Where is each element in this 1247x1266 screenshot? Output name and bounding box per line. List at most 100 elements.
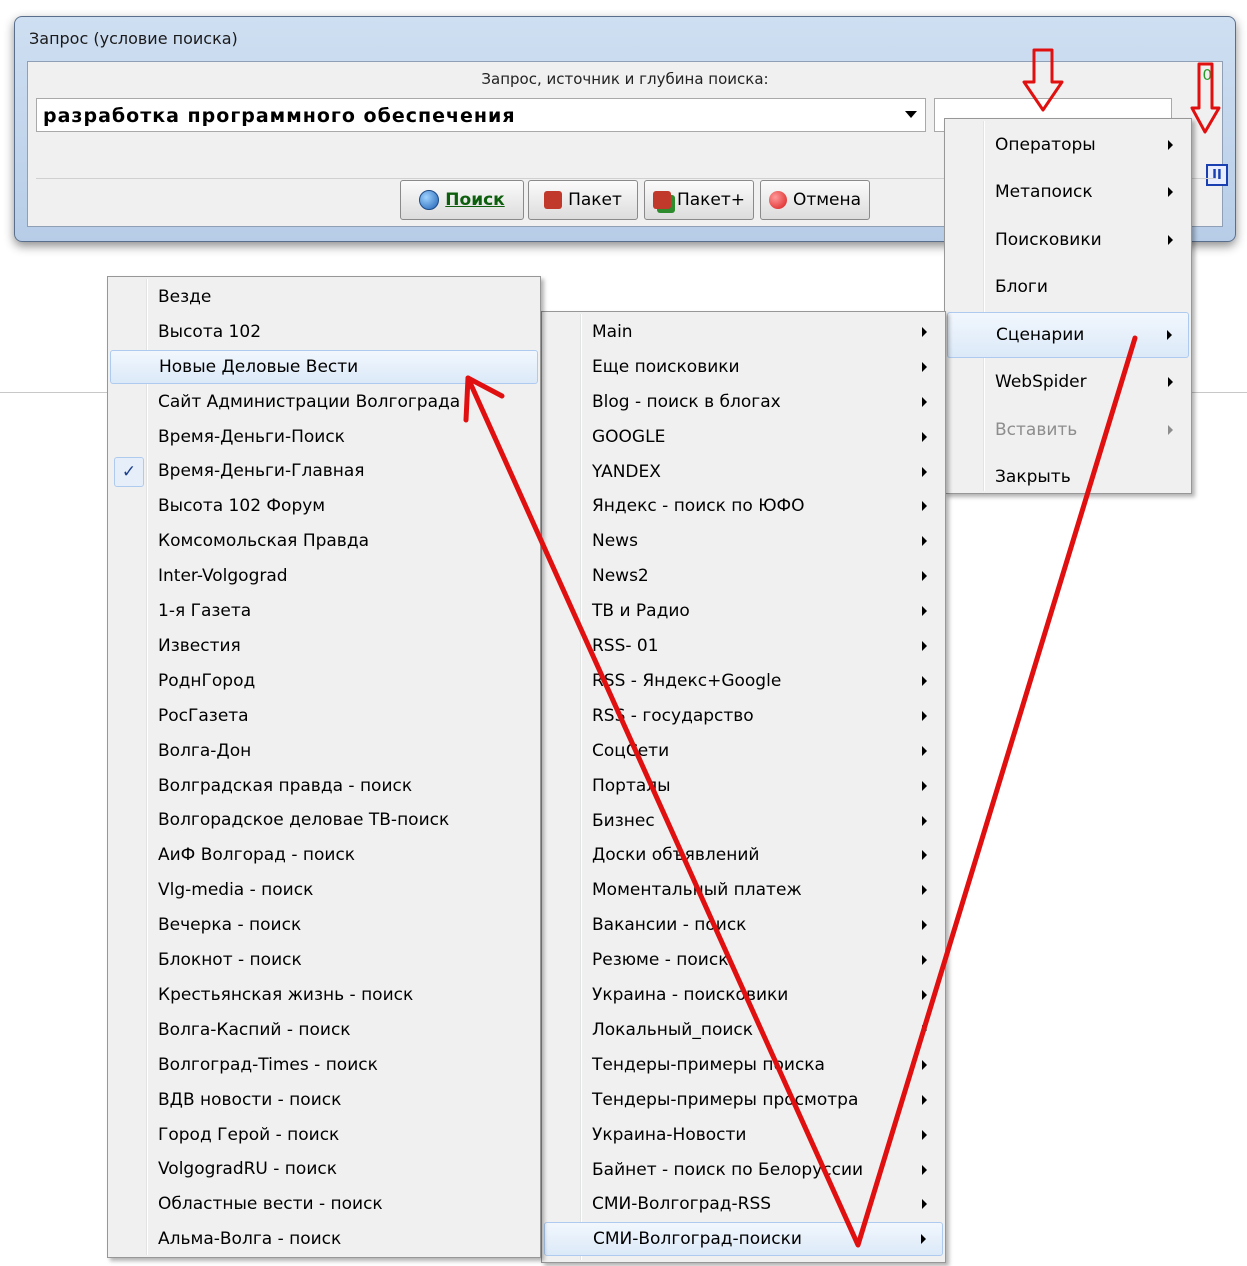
scenario-menu-item[interactable]: News2	[544, 559, 943, 593]
media-menu-item[interactable]: Волградская правда - поиск	[110, 769, 538, 803]
menu-item-label: Город Герой - поиск	[158, 1124, 340, 1145]
media-menu-item[interactable]: ✓ Время-Деньги-Главная	[110, 455, 538, 489]
scenario-menu-item[interactable]: Яндекс - поиск по ЮФО	[544, 490, 943, 524]
menu-item-label: Волга-Каспий - поиск	[158, 1019, 351, 1040]
chevron-right-icon	[922, 431, 927, 442]
media-menu-item[interactable]: Областные вести - поиск	[110, 1187, 538, 1221]
media-menu-item[interactable]: РоднГород	[110, 664, 538, 698]
scenario-menu-item[interactable]: Main	[544, 315, 943, 349]
cancel-button[interactable]: Отмена	[760, 180, 870, 220]
menu-item-label: Метапоиск	[995, 182, 1093, 203]
scenario-menu-item[interactable]: СМИ-Волгоград-поиски	[544, 1222, 943, 1257]
scenario-menu-item[interactable]: News	[544, 524, 943, 558]
scenario-menu-item[interactable]: RSS - государство	[544, 699, 943, 733]
menu-item-label: RSS - государство	[592, 705, 754, 726]
media-menu-item[interactable]: Альма-Волга - поиск	[110, 1222, 538, 1256]
scenario-menu-item[interactable]: Тендеры-примеры поиска	[544, 1048, 943, 1082]
chevron-down-icon[interactable]	[905, 111, 917, 118]
search-button[interactable]: Поиск	[400, 180, 524, 220]
scenario-menu-item[interactable]: Blog - поиск в блогах	[544, 385, 943, 419]
batch-button[interactable]: Пакет	[528, 180, 638, 220]
scenario-menu-item[interactable]: GOOGLE	[544, 420, 943, 454]
menu-item-label: СМИ-Волгоград-RSS	[592, 1194, 772, 1215]
scenario-menu-item[interactable]: СоцСети	[544, 734, 943, 768]
scenario-menu-item[interactable]: СМИ-Волгоград-RSS	[544, 1188, 943, 1222]
scenario-menu-item[interactable]: Вакансии - поиск	[544, 908, 943, 942]
context-menu-item[interactable]: Вставить	[947, 407, 1189, 453]
menu-item-label: Высота 102 Форум	[158, 496, 326, 517]
media-menu-item[interactable]: Крестьянская жизнь - поиск	[110, 978, 538, 1012]
scenario-menu-item[interactable]: YANDEX	[544, 455, 943, 489]
scenario-menu-item[interactable]: Украина-Новости	[544, 1118, 943, 1152]
menu-item-label: RSS- 01	[592, 636, 659, 657]
context-menu-item[interactable]: Сценарии	[947, 312, 1189, 358]
context-menu-item[interactable]: WebSpider	[947, 360, 1189, 406]
scenario-menu-item[interactable]: Еще поисковики	[544, 350, 943, 384]
chevron-right-icon	[922, 710, 927, 721]
media-menu-item[interactable]: Сайт Администрации Волгограда	[110, 385, 538, 419]
scenario-menu-item[interactable]: Моментальный платеж	[544, 873, 943, 907]
menu-item-label: Блокнот - поиск	[158, 950, 302, 971]
context-menu-item[interactable]: Метапоиск	[947, 170, 1189, 216]
media-menu-item[interactable]: Волга-Дон	[110, 734, 538, 768]
menu-item-label: СоцСети	[592, 740, 670, 761]
media-menu-item[interactable]: АиФ Волгорад - поиск	[110, 838, 538, 872]
scenario-menu-item[interactable]: Тендеры-примеры просмотра	[544, 1083, 943, 1117]
media-menu-item[interactable]: Везде	[110, 280, 538, 314]
media-menu-item[interactable]: VolgogradRU - поиск	[110, 1153, 538, 1187]
scenario-menu-item[interactable]: Резюме - поиск	[544, 943, 943, 977]
media-menu-item[interactable]: Vlg-media - поиск	[110, 873, 538, 907]
batch-plus-button[interactable]: Пакет+	[644, 180, 754, 220]
media-menu-item[interactable]: Вечерка - поиск	[110, 908, 538, 942]
media-menu-item[interactable]: 1-я Газета	[110, 594, 538, 628]
scenario-menu-item[interactable]: RSS - Яндекс+Google	[544, 664, 943, 698]
menu-item-label: Альма-Волга - поиск	[158, 1229, 342, 1250]
chevron-right-icon	[922, 606, 927, 617]
pause-button[interactable]: II	[1206, 164, 1228, 186]
scenario-menu-item[interactable]: Байнет - поиск по Белоруссии	[544, 1153, 943, 1187]
media-menu-item[interactable]: Волгорадское деловае ТВ-поиск	[110, 804, 538, 838]
checkmark-icon: ✓	[114, 456, 144, 487]
query-combobox[interactable]: разработка программного обеспечения	[36, 98, 926, 132]
menu-item-label: Украина - поисковики	[592, 985, 789, 1006]
query-value[interactable]: разработка программного обеспечения	[43, 105, 516, 127]
menu-item-label: News2	[592, 566, 649, 587]
media-menu-item[interactable]: Время-Деньги-Поиск	[110, 420, 538, 454]
context-menu-item[interactable]: Блоги	[947, 265, 1189, 311]
media-menu-item[interactable]: ВДВ новости - поиск	[110, 1083, 538, 1117]
menu-item-label: Волгорадское деловае ТВ-поиск	[158, 810, 450, 831]
scenario-menu-item[interactable]: Доски объявлений	[544, 839, 943, 873]
media-menu-item[interactable]: Город Герой - поиск	[110, 1118, 538, 1152]
media-menu-item[interactable]: РосГазета	[110, 699, 538, 733]
menu-item-label: YANDEX	[592, 461, 661, 482]
media-menu-item[interactable]: Волга-Каспий - поиск	[110, 1013, 538, 1047]
chevron-right-icon	[922, 675, 927, 686]
chevron-right-icon	[922, 1059, 927, 1070]
scenario-menu-item[interactable]: Локальный_поиск	[544, 1013, 943, 1047]
scenario-menu-item[interactable]: Бизнес	[544, 804, 943, 838]
media-menu-item[interactable]: Высота 102	[110, 315, 538, 349]
menu-item-label: Blog - поиск в блогах	[592, 391, 781, 412]
media-menu-item[interactable]: Блокнот - поиск	[110, 943, 538, 977]
media-menu-item[interactable]: Известия	[110, 629, 538, 663]
menu-item-label: Main	[592, 321, 633, 342]
media-menu-item[interactable]: Комсомольская Правда	[110, 524, 538, 558]
chevron-right-icon	[922, 1199, 927, 1210]
scenario-menu-item[interactable]: RSS- 01	[544, 629, 943, 663]
menu-item-label: Время-Деньги-Поиск	[158, 426, 345, 447]
media-menu-item[interactable]: Inter-Volgograd	[110, 559, 538, 593]
chevron-right-icon	[922, 1129, 927, 1140]
context-menu-item[interactable]: Поисковики	[947, 217, 1189, 263]
context-menu-item[interactable]: Закрыть	[947, 455, 1189, 501]
search-button-label: Поиск	[445, 190, 505, 210]
media-menu-item[interactable]: Волгоград-Times - поиск	[110, 1048, 538, 1082]
scenario-menu-item[interactable]: Порталы	[544, 769, 943, 803]
menu-item-label: Бизнес	[592, 810, 655, 831]
media-menu-item[interactable]: Новые Деловые Вести	[110, 349, 538, 384]
context-menu-item[interactable]: Операторы	[947, 122, 1189, 168]
menu-item-label: WebSpider	[995, 372, 1087, 393]
media-menu-item[interactable]: Высота 102 Форум	[110, 489, 538, 523]
chevron-right-icon	[922, 850, 927, 861]
scenario-menu-item[interactable]: ТВ и Радио	[544, 594, 943, 628]
scenario-menu-item[interactable]: Украина - поисковики	[544, 978, 943, 1012]
